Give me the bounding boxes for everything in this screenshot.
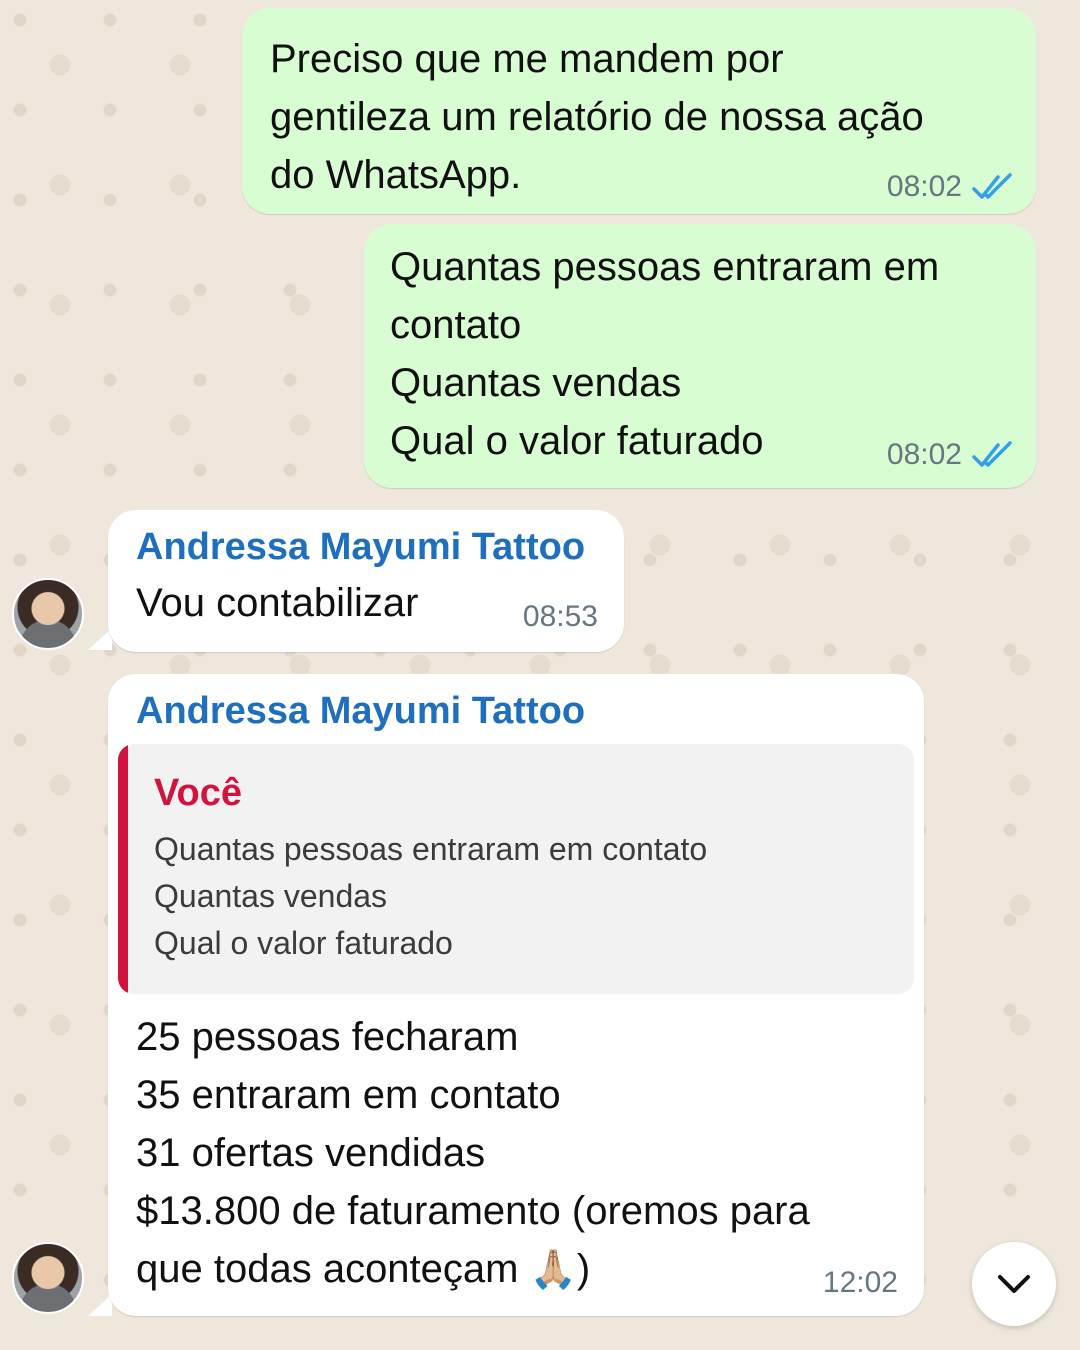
message-text: Vou contabilizar bbox=[136, 581, 419, 625]
message-time: 08:02 bbox=[886, 170, 962, 203]
incoming-message[interactable]: Andressa Mayumi Tattoo Você Quantas pess… bbox=[108, 674, 924, 1316]
double-check-icon bbox=[972, 441, 1012, 467]
scroll-to-bottom-button[interactable] bbox=[972, 1242, 1056, 1326]
message-meta: 08:02 bbox=[887, 438, 1014, 472]
folded-hands-emoji: 🙏🏼 bbox=[529, 1249, 577, 1291]
message-body-end: ) bbox=[576, 1247, 591, 1291]
sender-name[interactable]: Andressa Mayumi Tattoo bbox=[136, 690, 585, 733]
contact-avatar[interactable] bbox=[12, 1242, 84, 1314]
message-meta: 08:02 bbox=[887, 170, 1014, 204]
incoming-message[interactable]: Andressa Mayumi Tattoo Vou contabilizar … bbox=[108, 510, 624, 652]
quote-accent-bar bbox=[118, 744, 128, 994]
message-time: 08:02 bbox=[886, 438, 962, 471]
quote-text: Quantas pessoas entraram em contato Quan… bbox=[154, 831, 708, 961]
message-text: 25 pessoas fecharam 35 entraram em conta… bbox=[136, 1008, 906, 1299]
message-meta: 08:53 bbox=[523, 600, 598, 634]
message-body: 25 pessoas fecharam 35 entraram em conta… bbox=[136, 1015, 810, 1291]
double-check-icon bbox=[972, 173, 1012, 199]
message-text: Quantas pessoas entraram em contato Quan… bbox=[390, 245, 940, 463]
message-time: 12:02 bbox=[822, 1266, 898, 1299]
sender-name[interactable]: Andressa Mayumi Tattoo bbox=[136, 526, 585, 569]
quote-author: Você bbox=[154, 772, 243, 814]
outgoing-message[interactable]: Quantas pessoas entraram em contato Quan… bbox=[364, 224, 1036, 488]
bubble-tail bbox=[88, 1294, 112, 1316]
message-time: 08:53 bbox=[522, 600, 598, 633]
contact-avatar[interactable] bbox=[12, 578, 84, 650]
chevron-down-icon bbox=[998, 1275, 1030, 1293]
message-meta: 12:02 bbox=[823, 1266, 898, 1300]
quoted-message[interactable]: Você Quantas pessoas entraram em contato… bbox=[118, 744, 914, 994]
outgoing-message[interactable]: Preciso que me mandem por gentileza um r… bbox=[242, 8, 1036, 214]
